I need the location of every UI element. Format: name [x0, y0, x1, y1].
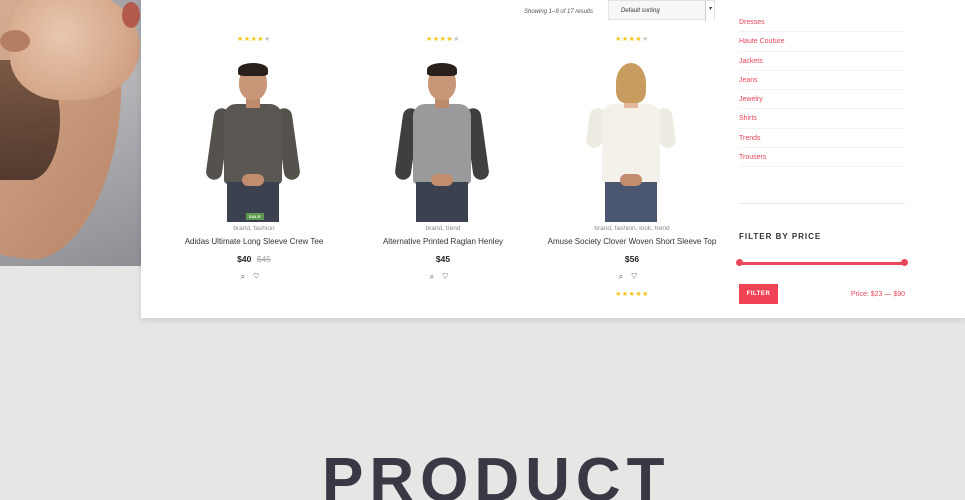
category-link[interactable]: Haute Couture — [739, 32, 905, 52]
wishlist-heart-icon[interactable]: ♡ — [631, 272, 645, 281]
product-price-row: $56 — [542, 254, 722, 264]
product-card[interactable]: ★★★★★ brand, trend Alternative Printed R… — [353, 35, 533, 310]
product-old-price: $45 — [256, 254, 271, 264]
category-link[interactable]: Jewelry — [739, 90, 905, 110]
product-actions: ⌕♡ — [164, 272, 344, 282]
product-price-row: $45 — [353, 254, 533, 264]
product-title[interactable]: Adidas Ultimate Long Sleeve Crew Tee — [164, 237, 344, 246]
rating-stars: ★★★★★ — [353, 35, 533, 44]
shop-panel: Showing 1–9 of 17 results Default sortin… — [141, 0, 965, 318]
star-filled-icon: ★ — [615, 36, 622, 43]
hero-photo — [0, 0, 141, 266]
star-filled-icon: ★ — [642, 291, 649, 298]
product-title[interactable]: Amuse Society Clover Woven Short Sleeve … — [542, 237, 722, 246]
product-price: $56 — [624, 254, 640, 264]
photo-nail — [122, 2, 140, 28]
quick-view-icon[interactable]: ⌕ — [619, 272, 631, 281]
category-link[interactable]: Trends — [739, 129, 905, 149]
category-link[interactable]: Jackets — [739, 52, 905, 71]
product-price: $45 — [435, 254, 451, 264]
star-empty-icon: ★ — [642, 36, 649, 43]
product-shirt — [224, 104, 282, 184]
bottom-rating-stars: ★★★★★ — [542, 290, 722, 299]
price-slider-min-handle[interactable] — [736, 259, 743, 266]
rating-stars: ★★★★★ — [164, 35, 344, 44]
filter-button[interactable]: FILTER — [739, 284, 778, 304]
star-filled-icon: ★ — [621, 291, 629, 298]
price-slider-max-handle[interactable] — [901, 259, 908, 266]
rating-stars: ★★★★★ — [542, 35, 722, 44]
quick-view-icon[interactable]: ⌕ — [241, 272, 253, 281]
product-hands — [620, 174, 642, 186]
star-filled-icon: ★ — [426, 36, 433, 43]
photo-hand — [10, 0, 140, 100]
product-tags[interactable]: brand, fashion — [164, 225, 344, 232]
star-empty-icon: ★ — [453, 36, 460, 43]
star-filled-icon: ★ — [243, 36, 251, 43]
section-heading: PRODUCT — [322, 446, 671, 500]
product-card[interactable]: ★★★★★ SALE brand, fashion Adidas Ultimat… — [164, 35, 344, 310]
product-image[interactable]: SALE — [194, 56, 314, 222]
product-model-hair — [616, 63, 646, 103]
product-pants — [605, 182, 657, 222]
product-image[interactable] — [383, 56, 503, 222]
product-pants — [416, 182, 468, 222]
product-actions: ⌕♡ — [542, 272, 722, 282]
quick-view-icon[interactable]: ⌕ — [430, 272, 442, 281]
product-shirt — [602, 104, 660, 184]
sort-select[interactable]: Default sorting ▾ — [608, 0, 715, 21]
product-hands — [431, 174, 453, 186]
category-link[interactable]: Trousers — [739, 148, 905, 168]
star-empty-icon: ★ — [264, 36, 271, 43]
product-image[interactable] — [572, 56, 692, 222]
chevron-down-icon[interactable]: ▾ — [705, 1, 714, 21]
category-list: Dresses Haute Couture Jackets Jeans Jewelry S… — [739, 13, 905, 168]
product-price: $40 — [237, 254, 252, 264]
category-link[interactable]: Dresses — [739, 13, 905, 33]
wishlist-heart-icon[interactable]: ♡ — [442, 272, 456, 281]
product-hands — [242, 174, 264, 186]
product-shirt — [413, 104, 471, 184]
sort-selected-value: Default sorting — [621, 8, 660, 14]
wishlist-heart-icon[interactable]: ♡ — [253, 272, 267, 281]
product-title[interactable]: Alternative Printed Raglan Henley — [353, 237, 533, 246]
star-filled-icon: ★ — [432, 36, 440, 43]
product-price-row: $40 $45 — [164, 254, 344, 264]
price-range-label: Price: $23 — $90 — [850, 291, 905, 298]
sidebar-divider — [739, 203, 905, 204]
product-tags[interactable]: brand, trend — [353, 225, 533, 232]
star-filled-icon: ★ — [615, 291, 622, 298]
photo-finger — [0, 30, 30, 52]
star-filled-icon: ★ — [621, 36, 629, 43]
star-filled-icon: ★ — [237, 36, 244, 43]
product-model-hair — [238, 63, 268, 76]
product-card[interactable]: ★★★★★ brand, fashion, look, trend Amuse … — [542, 35, 722, 310]
product-actions: ⌕♡ — [353, 272, 533, 282]
category-link[interactable]: Jeans — [739, 71, 905, 91]
filter-title: FILTER BY PRICE — [739, 232, 822, 241]
price-slider-track[interactable] — [739, 262, 905, 265]
results-count: Showing 1–9 of 17 results — [524, 9, 594, 15]
category-link[interactable]: Shirts — [739, 109, 905, 129]
product-tags[interactable]: brand, fashion, look, trend — [542, 225, 722, 232]
sale-badge: SALE — [246, 213, 264, 220]
product-model-hair — [427, 63, 457, 76]
